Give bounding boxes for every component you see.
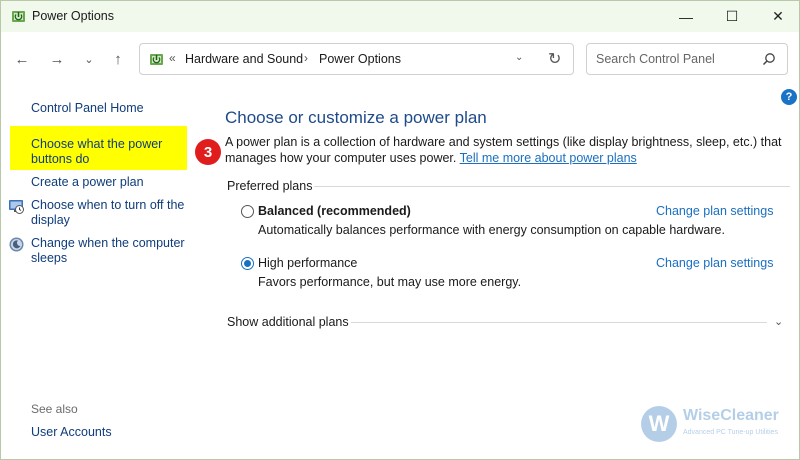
wisecleaner-logo-icon: W	[641, 406, 677, 442]
step-number-badge: 3	[195, 139, 221, 165]
watermark-tagline: Advanced PC Tune-up Utilities	[683, 429, 778, 436]
radio-balanced[interactable]	[241, 205, 254, 218]
breadcrumb-separator-icon[interactable]: ›	[304, 51, 308, 65]
radio-high-performance[interactable]	[241, 257, 254, 270]
change-plan-settings-balanced-link[interactable]: Change plan settings	[656, 204, 773, 218]
breadcrumb-power-options[interactable]: Power Options	[319, 52, 401, 66]
page-title: Choose or customize a power plan	[225, 108, 487, 127]
power-options-window: Power Options — ☐ ✕ ← → ⌄ ↑ « Hardware a…	[0, 0, 800, 460]
plan-name-balanced[interactable]: Balanced (recommended)	[258, 204, 411, 218]
watermark: W WiseCleaner Advanced PC Tune-up Utilit…	[641, 404, 791, 448]
sidebar-item-create-power-plan[interactable]: Create a power plan	[31, 175, 191, 190]
display-clock-icon	[9, 200, 24, 214]
preferred-plans-label: Preferred plans	[227, 179, 313, 193]
divider	[351, 322, 767, 323]
maximize-icon: ☐	[725, 8, 739, 24]
sidebar-item-user-accounts[interactable]: User Accounts	[31, 425, 191, 440]
chevron-down-icon[interactable]: ⌄	[774, 315, 783, 328]
power-options-icon	[150, 54, 163, 65]
show-additional-plans-toggle[interactable]: Show additional plans	[227, 315, 349, 329]
sidebar: Control Panel Home Choose what the power…	[1, 86, 201, 460]
search-icon[interactable]	[762, 52, 776, 66]
page-description: A power plan is a collection of hardware…	[225, 135, 785, 166]
plan-description-high-performance: Favors performance, but may use more ene…	[258, 275, 522, 289]
power-options-icon	[12, 11, 25, 22]
refresh-icon[interactable]: ↻	[548, 49, 561, 69]
forward-button[interactable]: →	[46, 49, 68, 69]
recent-locations-button[interactable]: ⌄	[78, 49, 100, 69]
back-arrow-icon: ←	[14, 50, 30, 68]
sidebar-item-power-buttons[interactable]: Choose what the power buttons do	[31, 137, 171, 167]
search-box[interactable]: Search Control Panel	[586, 43, 788, 75]
divider	[314, 186, 790, 187]
up-arrow-icon: ↑	[114, 50, 122, 68]
navigation-bar: ← → ⌄ ↑ « Hardware and Sound › Power Opt…	[1, 32, 799, 86]
help-icon[interactable]: ?	[781, 89, 797, 105]
watermark-name: WiseCleaner	[683, 407, 779, 424]
minimize-button[interactable]: —	[663, 1, 709, 32]
back-button[interactable]: ←	[11, 49, 33, 69]
plan-name-high-performance[interactable]: High performance	[258, 256, 357, 270]
search-input[interactable]: Search Control Panel	[596, 52, 715, 66]
learn-more-link[interactable]: Tell me more about power plans	[460, 151, 637, 165]
change-plan-settings-high-performance-link[interactable]: Change plan settings	[656, 256, 773, 270]
maximize-button[interactable]: ☐	[709, 1, 755, 32]
breadcrumb-hardware-and-sound[interactable]: Hardware and Sound	[185, 52, 303, 66]
breadcrumb-overflow-icon[interactable]: «	[169, 51, 176, 65]
sidebar-item-control-panel-home[interactable]: Control Panel Home	[31, 101, 191, 116]
up-button[interactable]: ↑	[107, 49, 129, 69]
sidebar-item-turn-off-display[interactable]: Choose when to turn off the display	[31, 198, 191, 228]
title-bar: Power Options — ☐ ✕	[1, 1, 799, 32]
window-title: Power Options	[32, 9, 114, 23]
address-bar[interactable]: « Hardware and Sound › Power Options ⌄ ↻	[139, 43, 574, 75]
see-also-label: See also	[31, 402, 78, 416]
minimize-icon: —	[679, 8, 693, 25]
forward-arrow-icon: →	[49, 50, 65, 68]
sidebar-item-change-sleep[interactable]: Change when the computer sleeps	[31, 236, 191, 266]
close-button[interactable]: ✕	[755, 1, 800, 32]
address-dropdown-icon[interactable]: ⌄	[515, 52, 523, 63]
plan-description-balanced: Automatically balances performance with …	[258, 223, 725, 237]
close-icon: ✕	[772, 8, 784, 24]
chevron-down-icon: ⌄	[84, 53, 94, 66]
sleep-moon-icon	[9, 237, 24, 252]
